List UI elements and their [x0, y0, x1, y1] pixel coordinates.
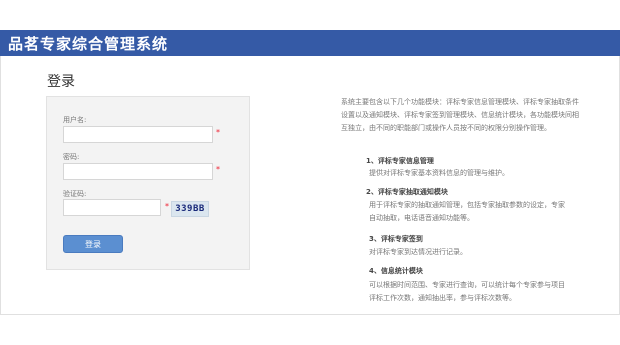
module-3-desc-line-1: 对评标专家到达情况进行记录。	[369, 248, 467, 256]
app-header: 品茗专家综合管理系统	[0, 30, 620, 56]
module-1-title: 1、评标专家信息管理	[366, 157, 434, 165]
password-required-mark: *	[216, 165, 220, 174]
username-label: 用户名:	[63, 116, 87, 124]
module-4-title: 4、信息统计模块	[369, 267, 423, 275]
module-4-desc-line-1: 可以根据时间范围、专家进行查询，可以统计每个专家参与项目	[369, 281, 565, 289]
captcha-label: 验证码:	[63, 190, 87, 198]
module-1-desc-line-1: 提供对评标专家基本资料信息的管理与维护。	[369, 169, 509, 177]
username-input[interactable]	[63, 126, 213, 143]
login-button[interactable]: 登录	[63, 235, 123, 253]
app-title: 品茗专家综合管理系统	[8, 35, 169, 53]
captcha-image[interactable]: 339BB	[171, 201, 209, 217]
module-4-desc-line-2: 评标工作次数，通知抽出率，参与评标次数等。	[369, 294, 516, 302]
module-3-title: 3、评标专家签到	[369, 235, 423, 243]
username-required-mark: *	[216, 128, 220, 137]
system-intro: 系统主要包含以下几个功能模块：评标专家信息管理模块、评标专家抽取条件设置以及通知…	[341, 98, 579, 132]
captcha-input[interactable]	[63, 199, 161, 216]
module-2-title: 2、评标专家抽取通知模块	[366, 188, 448, 196]
login-heading: 登录	[47, 74, 75, 90]
captcha-required-mark: *	[165, 202, 169, 211]
password-label: 密码:	[63, 153, 80, 161]
module-2-desc-line-2: 自动抽取，电话语音通知功能等。	[369, 214, 474, 222]
password-input[interactable]	[63, 163, 213, 180]
module-2-desc-line-1: 用于评标专家的抽取通知管理，包括专家抽取参数的设定，专家	[369, 201, 565, 209]
